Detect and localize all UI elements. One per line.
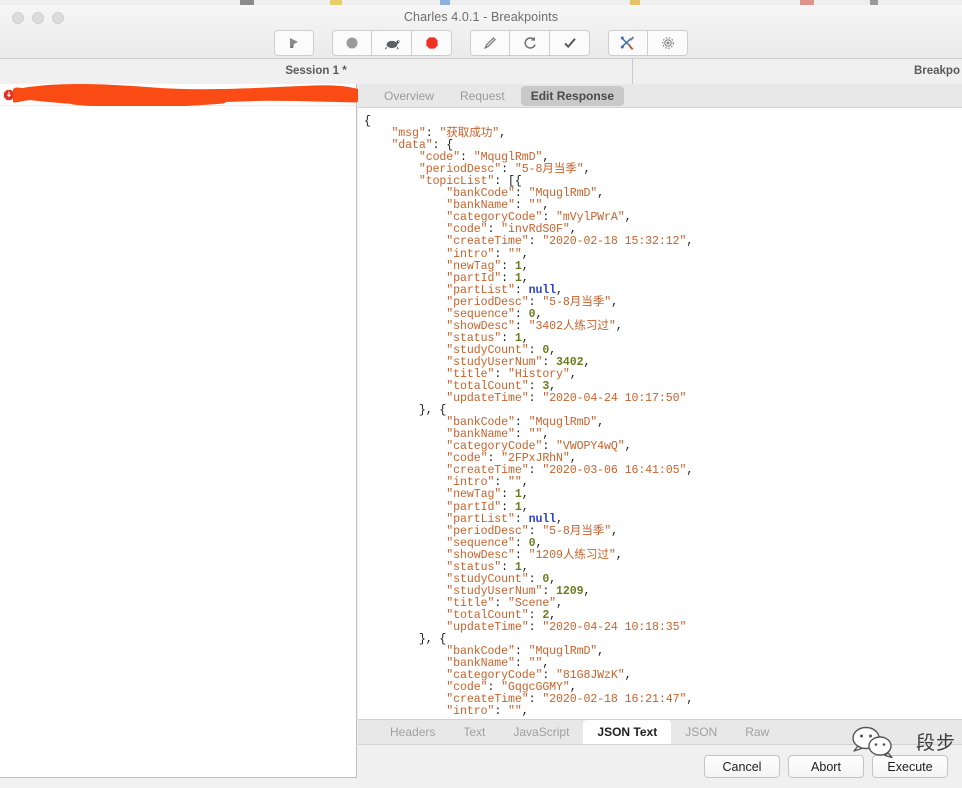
pane-tab-strip: Session 1 * Breakpo: [0, 59, 962, 84]
compose-icon: [482, 35, 498, 51]
clear-button[interactable]: [274, 30, 314, 56]
execute-button[interactable]: Execute: [872, 755, 948, 778]
format-tab-bar: Headers Text JavaScript JSON Text JSON R…: [358, 719, 962, 745]
watermark-label: 段步: [915, 733, 956, 754]
breakpoint-icon: [2, 88, 16, 102]
window-title: Charles 4.0.1 - Breakpoints: [403, 10, 559, 24]
title-bar: Charles 4.0.1 - Breakpoints: [0, 5, 962, 59]
abort-button[interactable]: Abort: [788, 755, 864, 778]
inspector-panel: Overview Request Edit Response { "msg": …: [358, 84, 962, 788]
settings-button[interactable]: [648, 30, 688, 56]
session-list-panel[interactable]: [0, 84, 357, 778]
tab-json-text[interactable]: JSON Text: [583, 720, 672, 744]
tab-javascript[interactable]: JavaScript: [499, 720, 583, 744]
tab-text[interactable]: Text: [449, 720, 499, 744]
breakpoint-icon: [424, 35, 440, 51]
breakpoint-button[interactable]: [412, 30, 452, 56]
tools-icon: [619, 35, 637, 51]
record-button[interactable]: [332, 30, 372, 56]
breakpoints-pane-tab[interactable]: Breakpo: [633, 59, 962, 84]
repeat-icon: [522, 35, 538, 51]
validate-button[interactable]: [550, 30, 590, 56]
tab-overview[interactable]: Overview: [374, 86, 444, 106]
repeat-button[interactable]: [510, 30, 550, 56]
list-item[interactable]: [0, 84, 356, 106]
tab-request[interactable]: Request: [450, 86, 515, 106]
compose-button[interactable]: [470, 30, 510, 56]
charles-window: Charles 4.0.1 - Breakpoints Session 1 * …: [0, 0, 962, 788]
clear-icon: [286, 35, 302, 51]
cancel-button[interactable]: Cancel: [704, 755, 780, 778]
inspector-tab-bar: Overview Request Edit Response: [358, 84, 962, 108]
tab-json[interactable]: JSON: [671, 720, 731, 744]
session-pane-tab[interactable]: Session 1 *: [0, 59, 633, 84]
bottom-filler: [358, 778, 962, 788]
tab-edit-response[interactable]: Edit Response: [520, 85, 625, 106]
checkmark-icon: [562, 35, 578, 51]
json-editor[interactable]: { "msg": "获取成功", "data": { "code": "Mqug…: [358, 108, 962, 719]
throttle-icon: [383, 36, 401, 50]
main-toolbar: [0, 27, 962, 59]
record-icon: [344, 35, 360, 51]
json-body-text[interactable]: { "msg": "获取成功", "data": { "code": "Mqug…: [364, 115, 962, 718]
bottom-filler-left: [0, 779, 358, 788]
tools-button[interactable]: [608, 30, 648, 56]
throttle-button[interactable]: [372, 30, 412, 56]
gear-icon: [660, 35, 676, 51]
tab-headers[interactable]: Headers: [376, 720, 449, 744]
tab-raw[interactable]: Raw: [731, 720, 783, 744]
